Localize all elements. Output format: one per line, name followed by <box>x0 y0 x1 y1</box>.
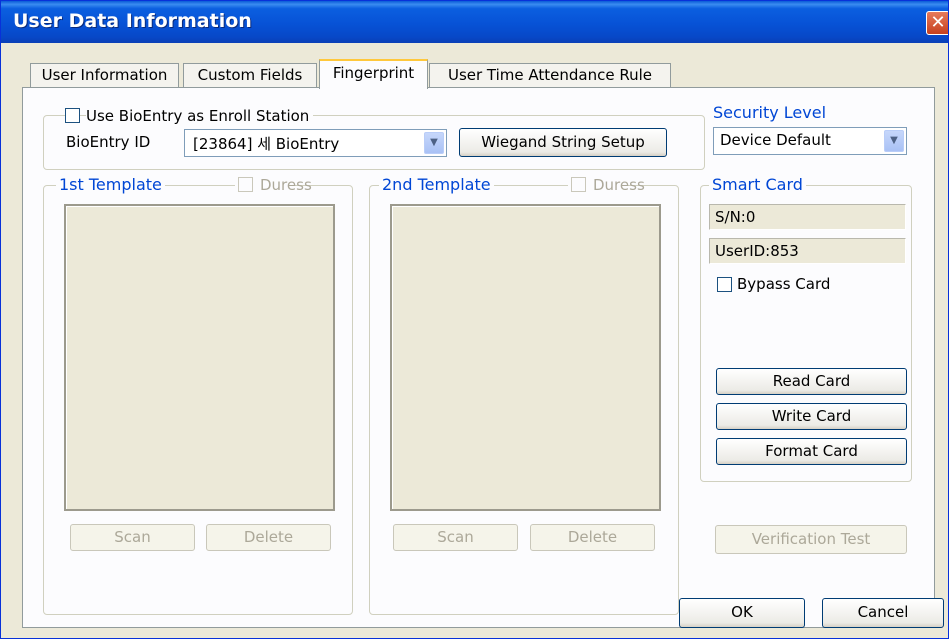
tab-label: Custom Fields <box>197 66 303 84</box>
smart-card-group: Smart Card S/N:0 UserID:853 Bypass Card … <box>700 175 912 482</box>
security-level-group: Security Level Device Default ▼ <box>700 103 910 171</box>
tab-label: Fingerprint <box>332 64 415 82</box>
smart-card-userid: UserID:853 <box>709 238 906 264</box>
use-bioentry-checkbox[interactable] <box>65 108 80 123</box>
first-scan-button[interactable]: Scan <box>70 524 195 551</box>
security-level-value: Device Default <box>720 131 831 149</box>
first-template-title: 1st Template <box>56 175 165 195</box>
smart-card-title: Smart Card <box>709 175 806 195</box>
format-card-button[interactable]: Format Card <box>716 438 907 465</box>
bioentry-id-label: BioEntry ID <box>66 133 151 151</box>
security-level-title: Security Level <box>710 103 830 123</box>
chevron-down-icon[interactable]: ▼ <box>424 132 444 154</box>
bioentry-id-select[interactable]: [23864] 세 BioEntry ▼ <box>184 129 447 157</box>
tab-label: User Information <box>41 66 168 84</box>
ok-button[interactable]: OK <box>679 598 805 628</box>
tab-user-time-attendance-rule[interactable]: User Time Attendance Rule <box>429 63 671 87</box>
first-duress-wrap: Duress <box>235 175 312 195</box>
bypass-card-label: Bypass Card <box>737 275 831 293</box>
bioentry-id-value: [23864] 세 BioEntry <box>193 135 340 153</box>
close-icon[interactable]: ✕ <box>926 11 948 35</box>
cancel-button[interactable]: Cancel <box>822 598 944 628</box>
verification-test-button[interactable]: Verification Test <box>715 525 907 554</box>
bypass-card-checkbox[interactable] <box>717 277 732 292</box>
title-bar[interactable]: User Data Information ✕ <box>1 1 948 43</box>
tab-fingerprint[interactable]: Fingerprint <box>319 59 428 89</box>
second-template-group: 2nd Template Duress Scan Delete <box>369 175 679 615</box>
second-scan-button[interactable]: Scan <box>393 524 518 551</box>
enroll-station-group: Use BioEntry as Enroll Station BioEntry … <box>43 106 705 170</box>
chevron-down-icon[interactable]: ▼ <box>884 130 904 152</box>
first-template-image <box>64 204 335 511</box>
first-duress-label: Duress <box>260 176 312 194</box>
second-template-title: 2nd Template <box>379 175 494 195</box>
second-duress-checkbox[interactable] <box>571 177 586 192</box>
second-duress-wrap: Duress <box>568 175 645 195</box>
first-delete-button[interactable]: Delete <box>206 524 331 551</box>
second-template-image <box>390 204 661 511</box>
dialog-window: User Data Information ✕ User Information… <box>0 0 949 639</box>
use-bioentry-label: Use BioEntry as Enroll Station <box>86 106 314 126</box>
second-duress-label: Duress <box>593 176 645 194</box>
security-level-select[interactable]: Device Default ▼ <box>713 127 907 155</box>
tab-user-information[interactable]: User Information <box>30 63 179 87</box>
first-duress-checkbox[interactable] <box>238 177 253 192</box>
tab-label: User Time Attendance Rule <box>447 66 653 84</box>
fingerprint-panel: Use BioEntry as Enroll Station BioEntry … <box>22 87 935 628</box>
first-template-group: 1st Template Duress Scan Delete <box>43 175 353 615</box>
tab-custom-fields[interactable]: Custom Fields <box>183 63 317 87</box>
window-title: User Data Information <box>13 10 252 32</box>
second-delete-button[interactable]: Delete <box>530 524 655 551</box>
read-card-button[interactable]: Read Card <box>716 368 907 395</box>
write-card-button[interactable]: Write Card <box>716 403 907 430</box>
smart-card-serial: S/N:0 <box>709 204 906 230</box>
wiegand-string-setup-button[interactable]: Wiegand String Setup <box>459 128 667 157</box>
